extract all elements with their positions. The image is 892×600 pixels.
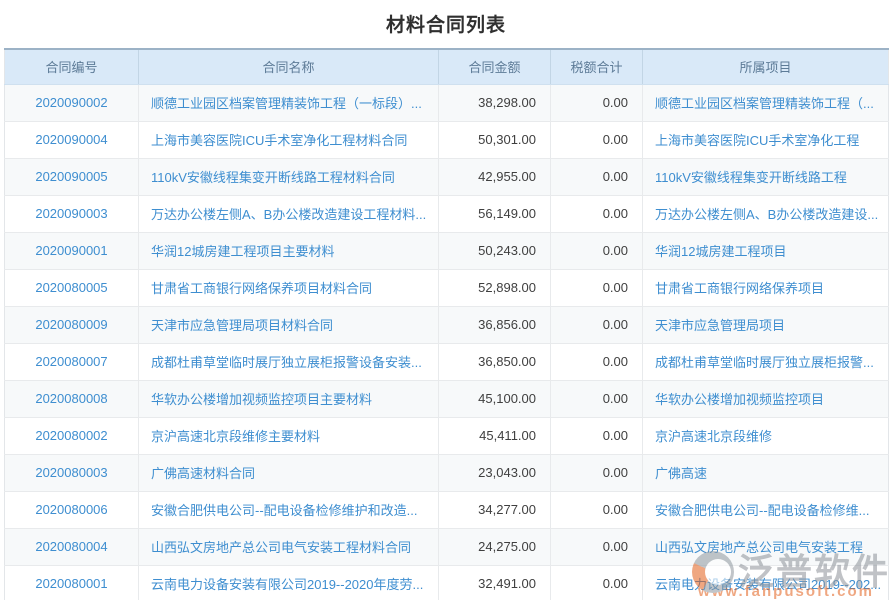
cell-contract_name[interactable]: 上海市美容医院ICU手术室净化工程材料合同: [139, 121, 439, 158]
cell-tax_total: 0.00: [551, 195, 643, 232]
cell-amount: 38,298.00: [439, 84, 551, 121]
cell-project[interactable]: 天津市应急管理局项目: [643, 306, 889, 343]
cell-project[interactable]: 云南电力设备安装有限公司2019--202...: [643, 565, 889, 600]
cell-contract_no[interactable]: 2020080004: [5, 528, 139, 565]
cell-contract_no[interactable]: 2020080008: [5, 380, 139, 417]
cell-tax_total: 0.00: [551, 343, 643, 380]
cell-amount: 24,275.00: [439, 528, 551, 565]
cell-contract_name[interactable]: 成都杜甫草堂临时展厅独立展柜报警设备安装...: [139, 343, 439, 380]
contract-table: 合同编号合同名称合同金额税额合计所属项目 2020090002顺德工业园区档案管…: [4, 48, 889, 600]
cell-project[interactable]: 华润12城房建工程项目: [643, 232, 889, 269]
cell-tax_total: 0.00: [551, 84, 643, 121]
cell-contract_name[interactable]: 天津市应急管理局项目材料合同: [139, 306, 439, 343]
cell-contract_name[interactable]: 云南电力设备安装有限公司2019--2020年度劳...: [139, 565, 439, 600]
cell-contract_name[interactable]: 顺德工业园区档案管理精装饰工程（一标段）...: [139, 84, 439, 121]
column-header-contract_name: 合同名称: [139, 49, 439, 84]
cell-amount: 45,100.00: [439, 380, 551, 417]
cell-amount: 42,955.00: [439, 158, 551, 195]
table-row: 2020080003广佛高速材料合同23,043.000.00广佛高速: [5, 454, 889, 491]
cell-tax_total: 0.00: [551, 121, 643, 158]
cell-contract_name[interactable]: 京沪高速北京段维修主要材料: [139, 417, 439, 454]
cell-tax_total: 0.00: [551, 158, 643, 195]
cell-tax_total: 0.00: [551, 232, 643, 269]
cell-contract_name[interactable]: 华软办公楼增加视频监控项目主要材料: [139, 380, 439, 417]
cell-project[interactable]: 成都杜甫草堂临时展厅独立展柜报警...: [643, 343, 889, 380]
cell-contract_name[interactable]: 华润12城房建工程项目主要材料: [139, 232, 439, 269]
cell-contract_name[interactable]: 110kV安徽线程集变开断线路工程材料合同: [139, 158, 439, 195]
column-header-project: 所属项目: [643, 49, 889, 84]
cell-contract_name[interactable]: 广佛高速材料合同: [139, 454, 439, 491]
cell-tax_total: 0.00: [551, 417, 643, 454]
cell-project[interactable]: 广佛高速: [643, 454, 889, 491]
table-row: 2020080002京沪高速北京段维修主要材料45,411.000.00京沪高速…: [5, 417, 889, 454]
table-row: 2020080005甘肃省工商银行网络保养项目材料合同52,898.000.00…: [5, 269, 889, 306]
cell-tax_total: 0.00: [551, 491, 643, 528]
cell-contract_name[interactable]: 安徽合肥供电公司--配电设备检修维护和改造...: [139, 491, 439, 528]
cell-contract_no[interactable]: 2020090002: [5, 84, 139, 121]
cell-amount: 45,411.00: [439, 417, 551, 454]
cell-contract_name[interactable]: 甘肃省工商银行网络保养项目材料合同: [139, 269, 439, 306]
table-row: 2020090001华润12城房建工程项目主要材料50,243.000.00华润…: [5, 232, 889, 269]
cell-project[interactable]: 京沪高速北京段维修: [643, 417, 889, 454]
cell-amount: 34,277.00: [439, 491, 551, 528]
cell-contract_name[interactable]: 万达办公楼左侧A、B办公楼改造建设工程材料...: [139, 195, 439, 232]
cell-amount: 52,898.00: [439, 269, 551, 306]
cell-contract_no[interactable]: 2020080006: [5, 491, 139, 528]
cell-amount: 56,149.00: [439, 195, 551, 232]
cell-contract_no[interactable]: 2020080002: [5, 417, 139, 454]
cell-contract_no[interactable]: 2020090003: [5, 195, 139, 232]
table-row: 2020090005110kV安徽线程集变开断线路工程材料合同42,955.00…: [5, 158, 889, 195]
page-title: 材料合同列表: [0, 0, 892, 48]
cell-amount: 32,491.00: [439, 565, 551, 600]
table-row: 2020080008华软办公楼增加视频监控项目主要材料45,100.000.00…: [5, 380, 889, 417]
cell-tax_total: 0.00: [551, 306, 643, 343]
cell-project[interactable]: 华软办公楼增加视频监控项目: [643, 380, 889, 417]
table-row: 2020080007成都杜甫草堂临时展厅独立展柜报警设备安装...36,850.…: [5, 343, 889, 380]
table-row: 2020080004山西弘文房地产总公司电气安装工程材料合同24,275.000…: [5, 528, 889, 565]
cell-amount: 50,243.00: [439, 232, 551, 269]
table-row: 2020090002顺德工业园区档案管理精装饰工程（一标段）...38,298.…: [5, 84, 889, 121]
cell-project[interactable]: 安徽合肥供电公司--配电设备检修维...: [643, 491, 889, 528]
cell-project[interactable]: 万达办公楼左侧A、B办公楼改造建设...: [643, 195, 889, 232]
table-row: 2020080006安徽合肥供电公司--配电设备检修维护和改造...34,277…: [5, 491, 889, 528]
table-body: 2020090002顺德工业园区档案管理精装饰工程（一标段）...38,298.…: [5, 84, 889, 600]
cell-contract_no[interactable]: 2020090001: [5, 232, 139, 269]
cell-project[interactable]: 顺德工业园区档案管理精装饰工程（...: [643, 84, 889, 121]
cell-amount: 36,856.00: [439, 306, 551, 343]
column-header-amount: 合同金额: [439, 49, 551, 84]
contract-table-container: 合同编号合同名称合同金额税额合计所属项目 2020090002顺德工业园区档案管…: [0, 48, 892, 600]
cell-contract_no[interactable]: 2020080009: [5, 306, 139, 343]
cell-contract_no[interactable]: 2020090005: [5, 158, 139, 195]
cell-contract_no[interactable]: 2020080005: [5, 269, 139, 306]
cell-contract_no[interactable]: 2020080007: [5, 343, 139, 380]
cell-contract_no[interactable]: 2020080003: [5, 454, 139, 491]
cell-tax_total: 0.00: [551, 380, 643, 417]
table-row: 2020080001云南电力设备安装有限公司2019--2020年度劳...32…: [5, 565, 889, 600]
cell-amount: 50,301.00: [439, 121, 551, 158]
column-header-tax_total: 税额合计: [551, 49, 643, 84]
cell-contract_name[interactable]: 山西弘文房地产总公司电气安装工程材料合同: [139, 528, 439, 565]
table-row: 2020080009天津市应急管理局项目材料合同36,856.000.00天津市…: [5, 306, 889, 343]
cell-amount: 36,850.00: [439, 343, 551, 380]
cell-contract_no[interactable]: 2020090004: [5, 121, 139, 158]
cell-tax_total: 0.00: [551, 454, 643, 491]
cell-contract_no[interactable]: 2020080001: [5, 565, 139, 600]
column-header-contract_no: 合同编号: [5, 49, 139, 84]
cell-project[interactable]: 上海市美容医院ICU手术室净化工程: [643, 121, 889, 158]
cell-tax_total: 0.00: [551, 528, 643, 565]
table-header-row: 合同编号合同名称合同金额税额合计所属项目: [5, 49, 889, 84]
cell-tax_total: 0.00: [551, 565, 643, 600]
table-header: 合同编号合同名称合同金额税额合计所属项目: [5, 49, 889, 84]
table-row: 2020090004上海市美容医院ICU手术室净化工程材料合同50,301.00…: [5, 121, 889, 158]
cell-tax_total: 0.00: [551, 269, 643, 306]
material-contract-list-page: 材料合同列表 合同编号合同名称合同金额税额合计所属项目 2020090002顺德…: [0, 0, 892, 600]
table-row: 2020090003万达办公楼左侧A、B办公楼改造建设工程材料...56,149…: [5, 195, 889, 232]
cell-project[interactable]: 甘肃省工商银行网络保养项目: [643, 269, 889, 306]
cell-project[interactable]: 山西弘文房地产总公司电气安装工程: [643, 528, 889, 565]
cell-project[interactable]: 110kV安徽线程集变开断线路工程: [643, 158, 889, 195]
cell-amount: 23,043.00: [439, 454, 551, 491]
